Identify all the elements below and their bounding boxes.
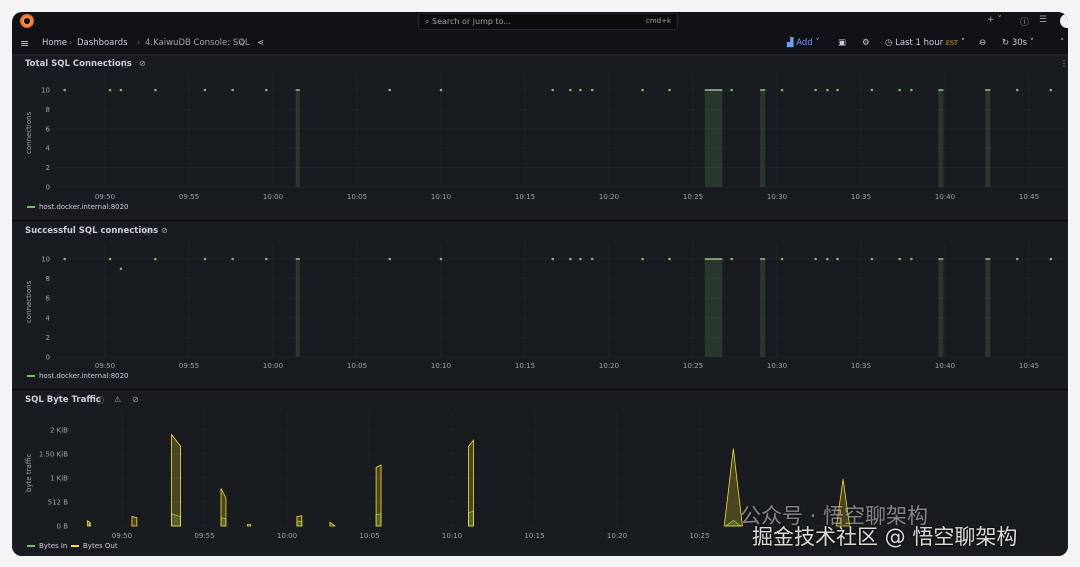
panel-menu-icon[interactable]: ⋮: [1060, 59, 1068, 68]
legend-item-bytes-out[interactable]: Bytes Out: [71, 542, 118, 550]
link-off-icon[interactable]: ⊘: [139, 59, 146, 68]
warning-icon[interactable]: ⚠: [114, 395, 121, 404]
settings-gear-icon[interactable]: ⚙: [862, 38, 870, 48]
search-placeholder: Search or jump to...: [432, 17, 512, 26]
avatar[interactable]: [1060, 14, 1068, 28]
breadcrumb-current: 4.KaiwuDB Console: SQL: [145, 38, 250, 48]
panel-title: Total SQL Connections: [25, 59, 132, 69]
news-feed-icon[interactable]: ☰: [1039, 15, 1047, 25]
panel-total-sql-connections: Total SQL Connections ⓘ ⊘ ⋮ connections …: [12, 55, 1068, 219]
grafana-window: ⌕ Search or jump to... cmd+k + ˅ ⓘ ☰ ≡ Ho…: [12, 12, 1068, 556]
y-axis-label: byte traffic: [25, 453, 33, 492]
add-icon: ▟: [787, 38, 797, 48]
timezone-badge: EST: [945, 39, 959, 47]
legend-item[interactable]: host.docker.internal:8020: [27, 372, 129, 380]
breadcrumb-home[interactable]: Home: [42, 38, 67, 48]
panel-successful-sql-connections: Successful SQL connections ⓘ ⊘ connectio…: [12, 222, 1068, 388]
star-icon[interactable]: ☆: [238, 38, 246, 48]
breadcrumb-bar: ≡ Home › Dashboards › 4.KaiwuDB Console:…: [12, 32, 1068, 55]
top-bar: ⌕ Search or jump to... cmd+k + ˅ ⓘ ☰: [12, 12, 1068, 32]
menu-icon[interactable]: ≡: [20, 37, 29, 50]
save-icon[interactable]: ▣: [838, 38, 846, 48]
link-off-icon[interactable]: ⊘: [161, 226, 168, 235]
refresh-button[interactable]: ↻ 30s ˅: [1002, 38, 1034, 48]
grafana-logo-icon[interactable]: [20, 14, 34, 28]
collapse-icon[interactable]: ˄: [1060, 38, 1064, 48]
watermark-line2: 掘金技术社区 @ 悟空聊架构: [752, 525, 1018, 549]
new-button[interactable]: + ˅: [987, 15, 1002, 25]
breadcrumb-separator: ›: [137, 38, 141, 47]
add-button[interactable]: ▟ Add ˅: [787, 38, 820, 48]
breadcrumb-separator: ›: [69, 38, 73, 47]
zoom-out-icon[interactable]: ⊖: [979, 38, 986, 48]
legend-item[interactable]: host.docker.internal:8020: [27, 203, 129, 211]
clock-icon: ◷: [885, 38, 896, 48]
panel-title: Successful SQL connections: [25, 226, 159, 236]
y-axis-label: connections: [25, 280, 33, 323]
legend-item-bytes-in[interactable]: Bytes In: [27, 542, 67, 550]
help-icon[interactable]: ⓘ: [1020, 15, 1029, 28]
info-icon[interactable]: ⓘ: [143, 226, 151, 237]
refresh-icon: ↻: [1002, 38, 1010, 48]
search-input[interactable]: ⌕ Search or jump to... cmd+k: [418, 13, 678, 30]
info-icon[interactable]: ⓘ: [121, 59, 129, 70]
breadcrumb-dashboards[interactable]: Dashboards: [77, 38, 128, 48]
link-off-icon[interactable]: ⊘: [132, 395, 139, 404]
info-icon[interactable]: ⓘ: [96, 395, 104, 406]
share-icon[interactable]: ⋖: [257, 38, 264, 48]
shortcut-hint: cmd+k: [645, 17, 671, 25]
panel-title: SQL Byte Traffic: [25, 395, 101, 405]
search-icon: ⌕: [425, 17, 433, 26]
y-axis-label: connections: [25, 111, 33, 154]
time-range-picker[interactable]: ◷ Last 1 hour EST ˅: [885, 38, 965, 48]
